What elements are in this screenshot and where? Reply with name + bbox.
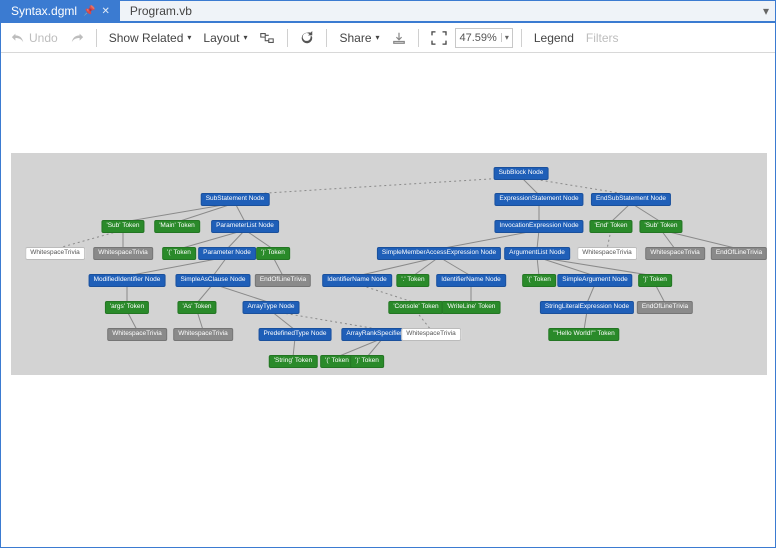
graph-node[interactable]: WhitespaceTrivia xyxy=(173,328,233,341)
graph-node[interactable]: 'String' Token xyxy=(269,355,318,368)
edges-layer xyxy=(11,153,767,375)
graph-node[interactable]: SimpleMemberAccessExpression Node xyxy=(377,247,501,260)
graph-node[interactable]: SubBlock Node xyxy=(494,167,549,180)
zoom-combo[interactable]: 47.59% ▾ xyxy=(455,28,513,48)
share-button[interactable]: Share ▾ xyxy=(335,29,383,47)
graph-node[interactable]: WhitespaceTrivia xyxy=(401,328,461,341)
diagram-viewport[interactable]: SubBlock Node SubStatement Node Expression… xyxy=(1,53,775,547)
close-icon[interactable]: ✕ xyxy=(101,6,109,17)
graph-node[interactable]: InvocationExpression Node xyxy=(494,220,583,233)
layout-button[interactable]: Layout ▾ xyxy=(199,29,251,47)
tab-label: Program.vb xyxy=(130,4,192,18)
legend-button[interactable]: Legend xyxy=(530,29,578,47)
graph-node[interactable]: ')' Token xyxy=(256,247,290,260)
tab-syntax-dgml[interactable]: Syntax.dgml 📌 ✕ xyxy=(1,1,120,21)
export-icon xyxy=(392,31,406,45)
graph-node[interactable]: SimpleArgument Node xyxy=(557,274,632,287)
graph-node[interactable]: EndSubStatement Node xyxy=(591,193,671,206)
separator xyxy=(418,29,419,47)
graph-node[interactable]: SubStatement Node xyxy=(201,193,270,206)
tab-label: Syntax.dgml xyxy=(11,4,77,18)
graph-node[interactable]: PredefinedType Node xyxy=(259,328,332,341)
refresh-icon xyxy=(300,31,314,45)
graph-node[interactable]: IdentifierName Node xyxy=(436,274,506,287)
graph-node[interactable]: 'Sub' Token xyxy=(639,220,682,233)
separator xyxy=(521,29,522,47)
graph-node[interactable]: ')' Token xyxy=(638,274,672,287)
tab-program-vb[interactable]: Program.vb xyxy=(120,1,202,21)
tab-overflow-icon[interactable]: ▾ xyxy=(757,1,775,21)
redo-button xyxy=(66,29,88,47)
pin-icon[interactable]: 📌 xyxy=(83,6,95,17)
chevron-down-icon[interactable]: ▾ xyxy=(501,33,512,42)
graph-node[interactable]: IdentifierName Node xyxy=(322,274,392,287)
diagram-canvas[interactable]: SubBlock Node SubStatement Node Expression… xyxy=(11,153,767,375)
graph-node[interactable]: WhitespaceTrivia xyxy=(25,247,85,260)
graph-node[interactable]: 'Console' Token xyxy=(388,301,443,314)
filters-button[interactable]: Filters xyxy=(582,29,623,47)
chevron-down-icon: ▾ xyxy=(187,33,191,42)
fit-button[interactable] xyxy=(427,29,451,47)
graph-node[interactable]: ModifiedIdentifier Node xyxy=(89,274,166,287)
graph-node[interactable]: SimpleAsClause Node xyxy=(175,274,250,287)
redo-icon xyxy=(70,31,84,45)
tab-strip: Syntax.dgml 📌 ✕ Program.vb ▾ xyxy=(1,1,775,23)
graph-node[interactable]: '.' Token xyxy=(396,274,429,287)
flow-icon xyxy=(259,31,275,45)
fit-icon xyxy=(431,31,447,45)
undo-icon xyxy=(11,31,25,45)
graph-node[interactable]: '(' Token xyxy=(320,355,354,368)
undo-button: Undo xyxy=(7,29,62,47)
graph-node[interactable]: 'WriteLine' Token xyxy=(442,301,501,314)
graph-node[interactable]: StringLiteralExpression Node xyxy=(540,301,634,314)
graph-node[interactable]: ExpressionStatement Node xyxy=(494,193,583,206)
graph-node[interactable]: 'args' Token xyxy=(105,301,149,314)
zoom-value: 47.59% xyxy=(456,32,501,44)
chevron-down-icon: ▾ xyxy=(376,33,380,42)
graph-node[interactable]: 'As' Token xyxy=(177,301,216,314)
graph-node[interactable]: '"Hello World!"' Token xyxy=(548,328,619,341)
graph-node[interactable]: Parameter Node xyxy=(198,247,256,260)
chevron-down-icon: ▾ xyxy=(243,33,247,42)
refresh-button[interactable] xyxy=(296,29,318,47)
graph-node[interactable]: '(' Token xyxy=(162,247,196,260)
export-button[interactable] xyxy=(388,29,410,47)
graph-node[interactable]: 'Sub' Token xyxy=(101,220,144,233)
graph-node[interactable]: EndOfLineTrivia xyxy=(255,274,311,287)
graph-node[interactable]: WhitespaceTrivia xyxy=(93,247,153,260)
graph-node[interactable]: ArrayType Node xyxy=(243,301,300,314)
graph-node[interactable]: 'End' Token xyxy=(589,220,632,233)
window: Syntax.dgml 📌 ✕ Program.vb ▾ Undo Show R… xyxy=(0,0,776,548)
graph-node[interactable]: ArgumentList Node xyxy=(504,247,570,260)
flow-direction-button[interactable] xyxy=(255,29,279,47)
show-related-button[interactable]: Show Related ▾ xyxy=(105,29,196,47)
graph-node[interactable]: WhitespaceTrivia xyxy=(645,247,705,260)
graph-node[interactable]: ParameterList Node xyxy=(211,220,279,233)
graph-node[interactable]: WhitespaceTrivia xyxy=(107,328,167,341)
toolbar: Undo Show Related ▾ Layout ▾ Share ▾ xyxy=(1,23,775,53)
graph-node[interactable]: EndOfLineTrivia xyxy=(637,301,693,314)
separator xyxy=(287,29,288,47)
graph-node[interactable]: EndOfLineTrivia xyxy=(711,247,767,260)
graph-node[interactable]: ')' Token xyxy=(350,355,384,368)
graph-node[interactable]: '(' Token xyxy=(522,274,556,287)
separator xyxy=(96,29,97,47)
graph-node[interactable]: 'Main' Token xyxy=(154,220,200,233)
separator xyxy=(326,29,327,47)
graph-node[interactable]: WhitespaceTrivia xyxy=(577,247,637,260)
